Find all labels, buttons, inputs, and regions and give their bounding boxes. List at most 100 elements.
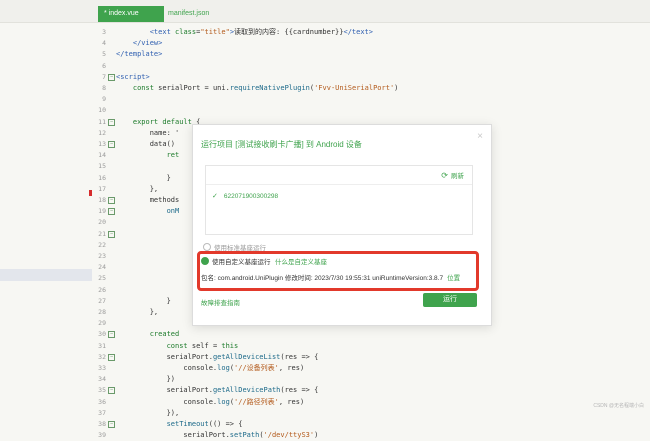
close-icon[interactable]: ×	[477, 131, 483, 142]
line-number: 27	[98, 296, 106, 305]
line-number: 9	[102, 95, 106, 104]
code-line[interactable]: 7− <script>	[0, 71, 650, 83]
line-number: 14	[98, 151, 106, 160]
code-line[interactable]: 38− setTimeout(() => {	[0, 418, 650, 430]
line-number: 4	[102, 39, 106, 48]
code-line[interactable]: 10	[0, 104, 650, 116]
line-number: 13	[98, 140, 106, 148]
code-line[interactable]: 6	[0, 60, 650, 72]
line-number: 39	[98, 431, 106, 440]
line-number: 11	[98, 117, 106, 126]
fold-toggle-icon[interactable]: −	[108, 230, 115, 238]
line-number: 35	[98, 386, 106, 395]
code-text: }	[116, 296, 171, 305]
code-text: </template>	[116, 50, 163, 59]
code-line[interactable]: 8 const serialPort = uni.requireNativePl…	[0, 82, 650, 94]
watermark: CSDN @无名程端小白	[593, 403, 644, 409]
code-text: onM	[166, 207, 180, 216]
code-text: name: '	[116, 128, 180, 137]
code-text: })	[116, 375, 176, 384]
line-number: 26	[98, 285, 106, 294]
fold-toggle-icon[interactable]: −	[108, 353, 115, 361]
line-number: 28	[98, 308, 106, 316]
custom-base-help-link[interactable]: 什么是自定义基座	[275, 256, 327, 266]
line-number: 10	[98, 106, 106, 115]
run-button[interactable]: 运行	[423, 293, 477, 307]
code-text: },	[116, 308, 159, 316]
code-text: ret	[166, 151, 180, 160]
tab-manifest-json[interactable]: manifest.json	[162, 6, 215, 22]
line-number: 17	[98, 184, 106, 193]
code-line[interactable]: 5 </template>	[0, 48, 650, 60]
line-number: 15	[98, 162, 106, 171]
line-number: 37	[98, 408, 106, 417]
fold-toggle-icon[interactable]: −	[108, 421, 115, 428]
line-number: 5	[102, 50, 106, 59]
fold-toggle-icon[interactable]: −	[108, 118, 115, 126]
code-text: export default {	[132, 117, 201, 126]
fold-toggle-icon[interactable]: −	[108, 141, 115, 148]
line-number: 33	[98, 364, 106, 372]
line-number: 3	[102, 28, 106, 36]
line-number: 23	[98, 252, 106, 260]
line-number: 29	[98, 319, 106, 328]
line-number: 18	[98, 196, 106, 204]
code-text: serialPort.getAllDeviceList(res => {	[116, 352, 319, 361]
code-line[interactable]: 35− serialPort.getAllDevicePath(res => {	[0, 384, 650, 396]
code-text: created	[149, 330, 180, 339]
line-number: 31	[98, 341, 106, 350]
fold-toggle-icon[interactable]: −	[108, 73, 115, 81]
location-link[interactable]: 位置	[447, 275, 460, 282]
code-text: methods	[116, 196, 180, 204]
line-number: 22	[98, 240, 106, 249]
line-number: 24	[98, 263, 106, 272]
code-line[interactable]: 3 <text class="title">读取到的内容: {{cardnumb…	[0, 26, 650, 38]
code-line[interactable]: 32− serialPort.getAllDeviceList(res => {	[0, 351, 650, 363]
line-number: 12	[98, 128, 106, 137]
radio-standard-base[interactable]	[203, 243, 211, 251]
line-number: 7	[102, 72, 106, 81]
fold-toggle-icon[interactable]: −	[108, 331, 115, 339]
code-line[interactable]: 33 console.log('//设备列表', res)	[0, 362, 650, 374]
code-line[interactable]: 4 </view>	[0, 37, 650, 49]
refresh-button[interactable]: ⟳ 刷新	[441, 170, 464, 181]
fold-toggle-icon[interactable]: −	[108, 387, 115, 395]
code-text: console.log('//设备列表', res)	[116, 364, 305, 372]
code-line[interactable]: 34 })	[0, 373, 650, 385]
line-number: 20	[98, 218, 106, 227]
refresh-label: 刷新	[451, 173, 464, 180]
device-list-box: ⟳ 刷新 ✓ 622071900300298	[205, 165, 473, 235]
dialog-title: 运行项目 [测试接收刷卡广播] 到 Android 设备	[201, 140, 362, 149]
code-text: const serialPort = uni.requireNativePlug…	[132, 84, 399, 92]
code-line[interactable]: 30− created	[0, 328, 650, 340]
radio-custom-base[interactable]	[201, 257, 209, 265]
code-text: setTimeout(() => {	[166, 420, 243, 428]
line-number: 34	[98, 375, 106, 384]
tab-index-vue[interactable]: * index.vue	[98, 6, 164, 22]
code-line[interactable]: 9	[0, 93, 650, 105]
line-number: 16	[98, 173, 106, 182]
troubleshoot-guide-link[interactable]: 故障排查指南	[201, 297, 240, 307]
line-number: 6	[102, 61, 106, 70]
code-line[interactable]: 37 }),	[0, 407, 650, 419]
fold-toggle-icon[interactable]: −	[108, 197, 115, 204]
device-item[interactable]: ✓ 622071900300298	[212, 192, 279, 201]
code-text: const self = this	[166, 341, 239, 350]
code-line[interactable]: 39 serialPort.setPath('/dev/ttyS3')	[0, 429, 650, 441]
code-line[interactable]: 36 console.log('//路径列表', res)	[0, 396, 650, 408]
fold-toggle-icon[interactable]: −	[108, 208, 115, 216]
code-text: },	[116, 184, 159, 193]
code-text: </view>	[132, 39, 163, 48]
run-dialog: 运行项目 [测试接收刷卡广播] 到 Android 设备 × ⟳ 刷新 ✓ 62…	[192, 124, 492, 326]
device-id: 622071900300298	[223, 192, 279, 200]
code-text: <text class="title">读取到的内容: {{cardnumber…	[149, 28, 373, 36]
line-number: 38	[98, 420, 106, 428]
line-number: 25	[98, 274, 106, 283]
code-text: data()	[116, 140, 176, 148]
package-info-text: 包名: com.android.UniPlugin 修改时间: 2023/7/3…	[201, 275, 444, 282]
code-line[interactable]: 31 const self = this	[0, 340, 650, 352]
code-text: }),	[116, 408, 180, 417]
line-number: 21	[98, 229, 106, 238]
option-custom-base[interactable]: 使用自定义基座运行	[201, 256, 271, 266]
editor-tab-bar: * index.vue manifest.json	[0, 0, 650, 23]
